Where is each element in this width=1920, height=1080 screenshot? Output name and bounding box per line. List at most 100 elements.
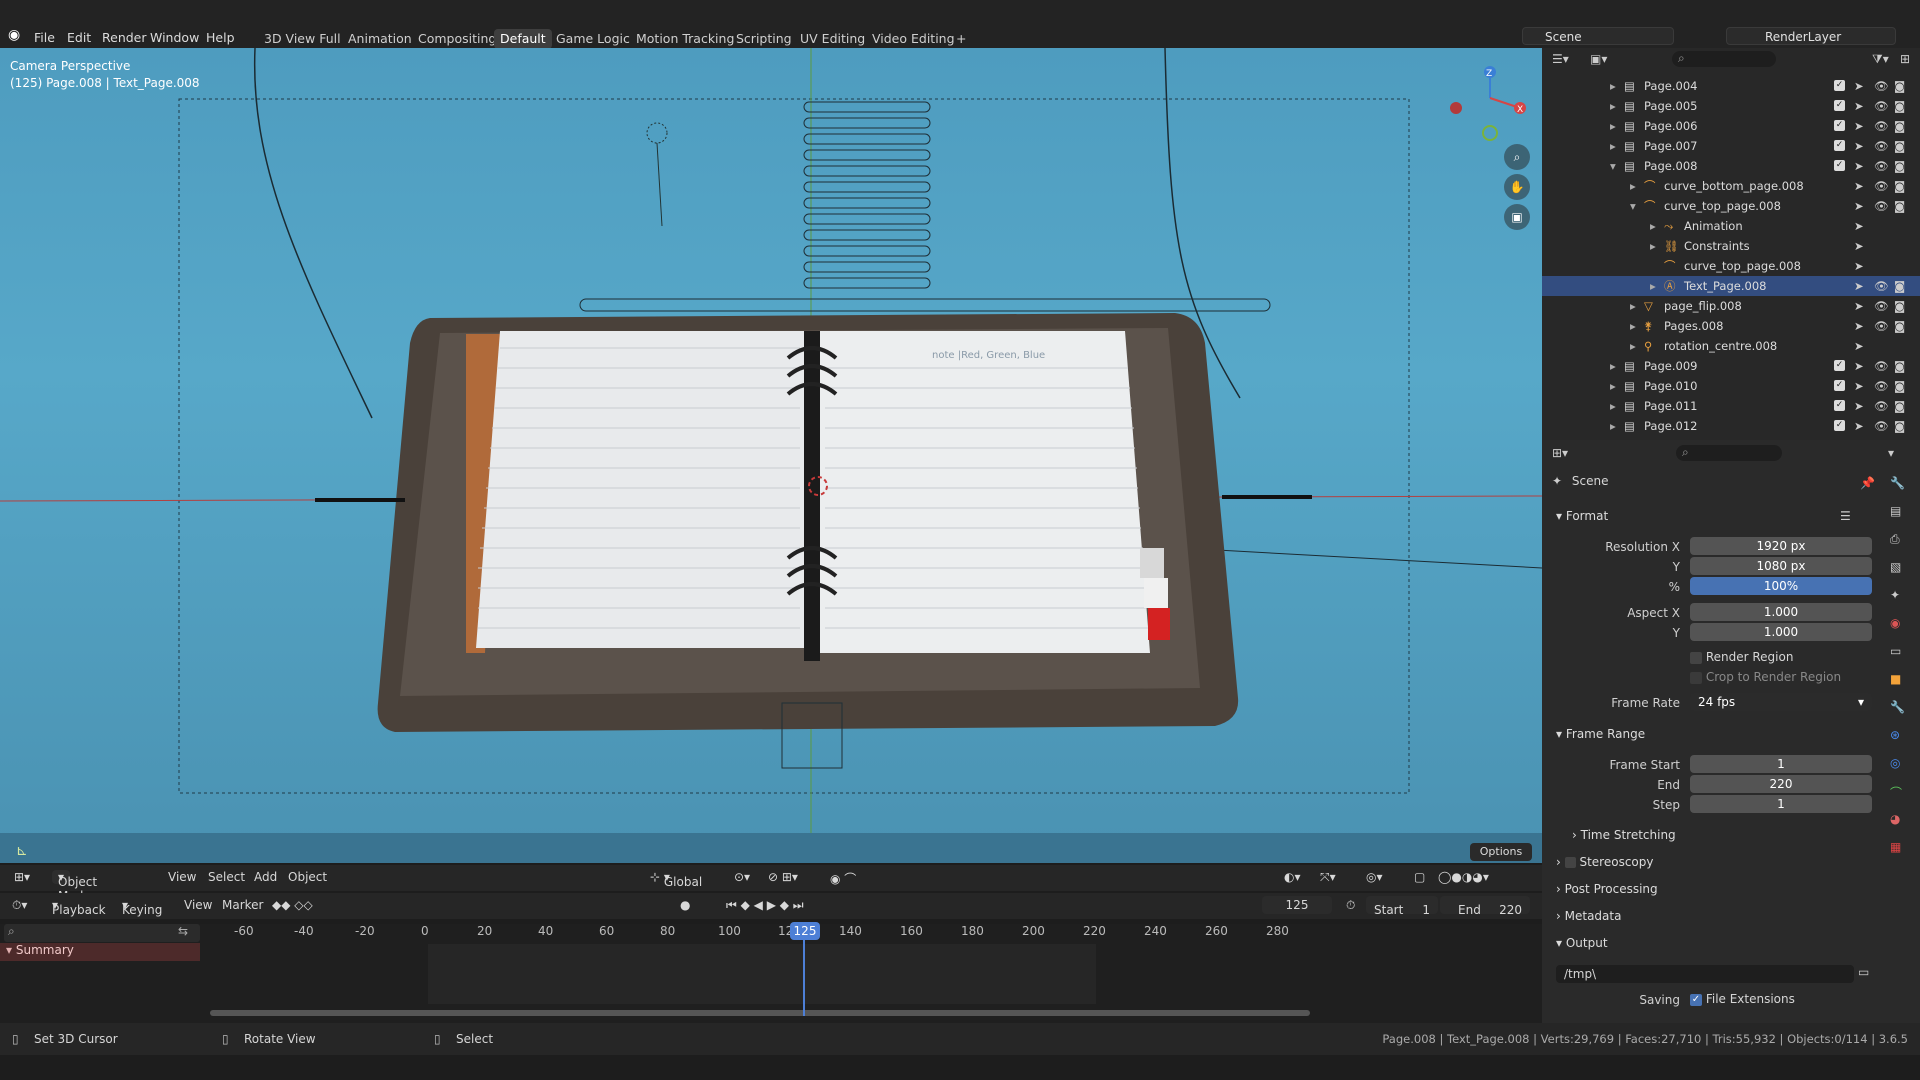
end-frame-field[interactable]: End 220 — [1440, 896, 1530, 917]
data-tab-icon[interactable]: ⌒ — [1890, 784, 1918, 812]
resolution-x-field[interactable]: 1920 px — [1690, 537, 1872, 555]
resolution-percent-slider[interactable]: 100% — [1690, 577, 1872, 595]
render-tab-icon[interactable]: ▤ — [1890, 504, 1918, 532]
tab-animation[interactable]: Animation — [342, 29, 418, 49]
start-frame-field[interactable]: Start 1 — [1366, 896, 1438, 917]
material-tab-icon[interactable]: ◕ — [1890, 812, 1918, 840]
outliner-row[interactable]: ▸ ⚵ Pages.008 ➤ 👁 ◙ — [1542, 316, 1920, 336]
new-collection-icon[interactable]: ⊞ — [1900, 52, 1910, 66]
timeline-area[interactable]: ⌕ ⇆ ▾ Summary — [0, 924, 1542, 1024]
select-arrow-icon[interactable]: ➤ — [1854, 316, 1864, 336]
eye-icon[interactable]: 👁 — [1874, 116, 1889, 136]
camera-icon[interactable]: ◙ — [1894, 116, 1905, 136]
select-arrow-icon[interactable]: ➤ — [1854, 96, 1864, 116]
camera-icon[interactable]: ◙ — [1894, 296, 1905, 316]
eye-icon[interactable]: 👁 — [1874, 136, 1889, 156]
timeline-search-input[interactable]: ⌕ — [4, 924, 200, 942]
select-arrow-icon[interactable]: ➤ — [1854, 416, 1864, 436]
camera-icon[interactable]: ◙ — [1894, 356, 1905, 376]
filter-icon[interactable]: ⧩▾ — [1872, 52, 1889, 67]
menu-object[interactable]: Object — [288, 870, 327, 884]
output-panel-header[interactable]: ▾ Output — [1556, 936, 1608, 950]
file-extensions-checkbox[interactable]: ✓ File Extensions — [1690, 992, 1795, 1006]
tab-3d-view-full[interactable]: 3D View Full — [258, 29, 347, 49]
camera-icon[interactable]: ◙ — [1894, 136, 1905, 156]
menu-add[interactable]: Add — [254, 870, 277, 884]
expand-toggle-icon[interactable]: ▸ — [1610, 356, 1616, 376]
tab-game-logic[interactable]: Game Logic — [550, 29, 636, 49]
camera-icon[interactable]: ◙ — [1894, 396, 1905, 416]
frame-end-field[interactable]: 220 — [1690, 775, 1872, 793]
menu-render[interactable]: Render — [102, 28, 147, 48]
properties-options-icon[interactable]: ▾ — [1888, 446, 1894, 460]
playback-controls[interactable]: ⏮ ◆ ◀ ▶ ◆ ⏭ — [726, 898, 804, 913]
camera-icon[interactable]: ◙ — [1894, 316, 1905, 336]
mode-dropdown[interactable]: Object Mode ▾ — [52, 870, 97, 903]
xray-icon[interactable]: ▢ — [1414, 870, 1425, 884]
render-region-checkbox[interactable]: Render Region — [1690, 650, 1793, 664]
exclude-checkbox[interactable]: ✓ — [1834, 400, 1845, 411]
output-path-input[interactable]: /tmp\ — [1556, 965, 1854, 983]
expand-toggle-icon[interactable]: ▸ — [1630, 176, 1636, 196]
outliner-search-input[interactable]: ⌕ — [1672, 51, 1776, 67]
resolution-y-field[interactable]: 1080 px — [1690, 557, 1872, 575]
outliner-row[interactable]: ▸ ▤ Page.006 ✓ ➤ 👁 ◙ — [1542, 116, 1920, 136]
tab-compositing[interactable]: Compositing — [412, 29, 502, 49]
view-layer-tab-icon[interactable]: ▧ — [1890, 560, 1918, 588]
tab-default[interactable]: Default — [494, 29, 552, 49]
tab-motion-tracking[interactable]: Motion Tracking — [630, 29, 740, 49]
outliner-row[interactable]: ▸ ⌒ curve_bottom_page.008 ➤ 👁 ◙ — [1542, 176, 1920, 196]
aspect-y-field[interactable]: 1.000 — [1690, 623, 1872, 641]
exclude-checkbox[interactable]: ✓ — [1834, 80, 1845, 91]
tab-video-editing[interactable]: Video Editing — [866, 29, 961, 49]
select-arrow-icon[interactable]: ➤ — [1854, 76, 1864, 96]
eye-icon[interactable]: 👁 — [1874, 396, 1889, 416]
scene-tab-icon[interactable]: ✦ — [1890, 588, 1918, 616]
eye-icon[interactable]: 👁 — [1874, 416, 1889, 436]
camera-view-icon[interactable]: ▣ — [1504, 204, 1530, 230]
exclude-checkbox[interactable]: ✓ — [1834, 420, 1845, 431]
timeline-menu-marker[interactable]: Marker — [222, 898, 263, 912]
eye-icon[interactable]: 👁 — [1874, 196, 1889, 216]
properties-search-input[interactable]: ⌕ — [1676, 445, 1782, 461]
output-tab-icon[interactable]: ⎙ — [1890, 532, 1918, 560]
outliner-row[interactable]: ⌒ curve_top_page.008 ➤ — [1542, 256, 1920, 276]
select-arrow-icon[interactable]: ➤ — [1854, 196, 1864, 216]
options-button[interactable]: Options — [1470, 843, 1532, 861]
current-frame-field[interactable]: 125 — [1262, 896, 1332, 914]
visibility-icon[interactable]: ◐▾ — [1284, 870, 1301, 884]
folder-icon[interactable]: ▭ — [1858, 965, 1869, 979]
exclude-checkbox[interactable]: ✓ — [1834, 380, 1845, 391]
add-workspace-button[interactable]: + — [950, 29, 972, 49]
camera-icon[interactable]: ◙ — [1894, 76, 1905, 96]
3d-viewport[interactable]: Camera Perspective (125) Page.008 | Text… — [0, 48, 1542, 861]
select-arrow-icon[interactable]: ➤ — [1854, 276, 1864, 296]
expand-toggle-icon[interactable]: ▸ — [1610, 416, 1616, 436]
expand-toggle-icon[interactable]: ▸ — [1630, 336, 1636, 356]
exclude-checkbox[interactable]: ✓ — [1834, 140, 1845, 151]
menu-window[interactable]: Window — [150, 28, 199, 48]
select-arrow-icon[interactable]: ➤ — [1854, 176, 1864, 196]
camera-icon[interactable]: ◙ — [1894, 376, 1905, 396]
eye-icon[interactable]: 👁 — [1874, 356, 1889, 376]
navigation-gizmo[interactable]: Z X — [1440, 58, 1530, 148]
snap-icon[interactable]: ⊘ ⊞▾ — [768, 870, 798, 884]
select-arrow-icon[interactable]: ➤ — [1854, 396, 1864, 416]
outliner-row[interactable]: ▸ ▤ Page.012 ✓ ➤ 👁 ◙ — [1542, 416, 1920, 436]
timeline-scrollbar[interactable] — [210, 1010, 1310, 1016]
tab-scripting[interactable]: Scripting — [730, 29, 798, 49]
select-arrow-icon[interactable]: ➤ — [1854, 296, 1864, 316]
pivot-icon[interactable]: ⊙▾ — [734, 870, 750, 884]
menu-help[interactable]: Help — [206, 28, 235, 48]
properties-editor-icon[interactable]: ⊞▾ — [1552, 446, 1568, 460]
swap-icon[interactable]: ⇆ — [178, 924, 188, 938]
camera-icon[interactable]: ◙ — [1894, 176, 1905, 196]
expand-toggle-icon[interactable]: ▸ — [1610, 116, 1616, 136]
time-stretching-subpanel[interactable]: › Time Stretching — [1572, 828, 1676, 842]
texture-tab-icon[interactable]: ▦ — [1890, 840, 1918, 868]
frame-start-field[interactable]: 1 — [1690, 755, 1872, 773]
expand-toggle-icon[interactable]: ▸ — [1650, 216, 1656, 236]
select-arrow-icon[interactable]: ➤ — [1854, 236, 1864, 256]
timeline-editor-icon[interactable]: ⏱▾ — [12, 898, 27, 913]
physics-tab-icon[interactable]: ◎ — [1890, 756, 1918, 784]
